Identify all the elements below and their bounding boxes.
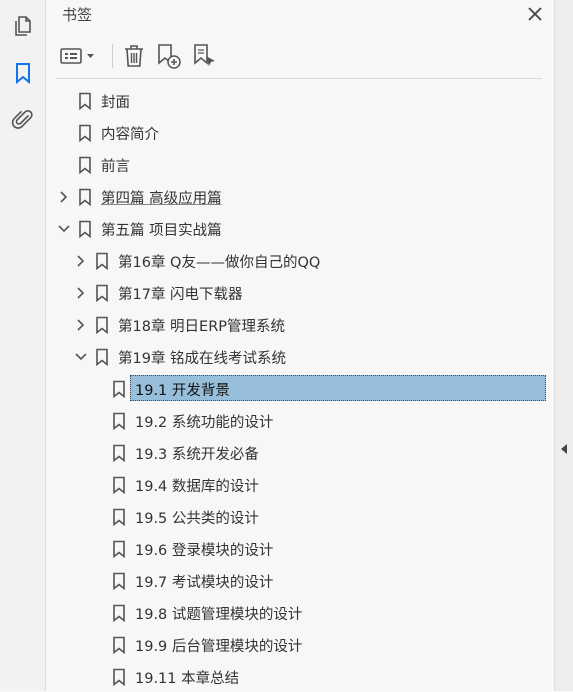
bookmark-label: 19.2 系统功能的设计: [135, 415, 274, 431]
toolbar-separator: [112, 44, 113, 68]
bookmarks-panel: 书签 封面内容简介前言第四篇 高级应用篇 第五篇 项目实战篇第16章 Q友——做你…: [46, 0, 554, 691]
bookmark-label: 前言: [101, 159, 130, 175]
bookmark-icon: [79, 124, 91, 142]
bookmark-label: 19.5 公共类的设计: [135, 511, 259, 527]
bookmark-icon: [113, 444, 125, 462]
bookmark-icon: [96, 348, 108, 366]
bookmark-label: 19.11 本章总结: [135, 671, 240, 687]
bookmark-label: 内容简介: [101, 127, 159, 143]
bookmark-label: 19.6 登录模块的设计: [135, 543, 274, 559]
bookmark-label: 封面: [101, 95, 130, 111]
bookmark-label: 19.8 试题管理模块的设计: [135, 607, 303, 623]
bookmark-label: 第四篇 高级应用篇: [101, 191, 222, 207]
bookmark-row[interactable]: 19.11 本章总结: [46, 662, 554, 692]
bookmark-row[interactable]: 第16章 Q友——做你自己的QQ: [46, 246, 554, 276]
bookmark-label: 第五篇 项目实战篇: [101, 223, 222, 239]
pages-icon[interactable]: [11, 14, 35, 38]
bookmark-row[interactable]: 19.9 后台管理模块的设计: [46, 630, 554, 660]
bookmark-label: 第17章 闪电下载器: [118, 287, 243, 303]
bookmarks-toolbar: [56, 40, 542, 74]
bookmark-icon: [79, 92, 91, 110]
bookmark-icon: [113, 476, 125, 494]
bookmark-row[interactable]: 第五篇 项目实战篇: [46, 214, 554, 244]
panel-collapse-strip[interactable]: [554, 0, 573, 691]
bookmark-row[interactable]: 第17章 闪电下载器: [46, 278, 554, 308]
bookmark-icon: [79, 220, 91, 238]
bookmark-from-structure-icon[interactable]: [190, 42, 220, 70]
bookmark-row[interactable]: 19.3 系统开发必备: [46, 438, 554, 468]
new-bookmark-icon[interactable]: [154, 42, 184, 70]
chevron-right-icon[interactable]: [73, 285, 89, 301]
bookmark-label: 19.1 开发背景: [135, 383, 230, 399]
bookmark-icon: [79, 188, 91, 206]
left-navigation-bar: [0, 0, 46, 691]
bookmark-row[interactable]: 19.4 数据库的设计: [46, 470, 554, 500]
bookmark-row[interactable]: 前言: [46, 150, 554, 180]
chevron-right-icon[interactable]: [73, 317, 89, 333]
bookmark-row[interactable]: 内容简介: [46, 118, 554, 148]
bookmark-icon: [113, 636, 125, 654]
bookmark-icon: [113, 572, 125, 590]
chevron-down-icon[interactable]: [73, 349, 89, 365]
chevron-right-icon[interactable]: [56, 189, 72, 205]
bookmark-row[interactable]: 第18章 明日ERP管理系统: [46, 310, 554, 340]
bookmark-icon[interactable]: [11, 61, 35, 85]
bookmark-icon: [96, 252, 108, 270]
bookmark-icon: [96, 316, 108, 334]
delete-icon[interactable]: [120, 42, 148, 70]
bookmark-icon: [96, 284, 108, 302]
close-icon[interactable]: [522, 2, 548, 26]
bookmark-label: 19.9 后台管理模块的设计: [135, 639, 303, 655]
bookmark-row[interactable]: 19.1 开发背景: [46, 374, 554, 404]
panel-title: 书签: [62, 6, 93, 24]
bookmark-label: 第16章 Q友——做你自己的QQ: [118, 255, 321, 271]
chevron-down-icon[interactable]: [56, 221, 72, 237]
bookmark-row[interactable]: 19.6 登录模块的设计: [46, 534, 554, 564]
bookmark-row[interactable]: 19.5 公共类的设计: [46, 502, 554, 532]
bookmark-label: 第19章 铭成在线考试系统: [118, 351, 287, 367]
bookmark-label: 第18章 明日ERP管理系统: [118, 319, 286, 335]
bookmark-label: 19.3 系统开发必备: [135, 447, 259, 463]
bookmark-row[interactable]: 19.2 系统功能的设计: [46, 406, 554, 436]
bookmark-row[interactable]: 第19章 铭成在线考试系统: [46, 342, 554, 372]
bookmark-icon: [113, 380, 125, 398]
bookmark-row[interactable]: 封面: [46, 86, 554, 116]
bookmark-icon: [113, 604, 125, 622]
bookmark-row[interactable]: 19.7 考试模块的设计: [46, 566, 554, 596]
bookmark-icon: [113, 508, 125, 526]
toolbar-divider: [56, 78, 542, 79]
bookmark-label: 19.4 数据库的设计: [135, 479, 259, 495]
bookmark-icon: [113, 668, 125, 686]
attachment-icon[interactable]: [11, 108, 35, 132]
bookmark-label: 19.7 考试模块的设计: [135, 575, 274, 591]
bookmark-icon: [79, 156, 91, 174]
options-dropdown-icon[interactable]: [58, 42, 98, 70]
bookmark-row[interactable]: 19.8 试题管理模块的设计: [46, 598, 554, 628]
collapse-arrow-icon[interactable]: [559, 442, 569, 456]
chevron-right-icon[interactable]: [73, 253, 89, 269]
bookmark-row[interactable]: 第四篇 高级应用篇: [46, 182, 554, 212]
bookmark-icon: [113, 412, 125, 430]
bookmark-icon: [113, 540, 125, 558]
